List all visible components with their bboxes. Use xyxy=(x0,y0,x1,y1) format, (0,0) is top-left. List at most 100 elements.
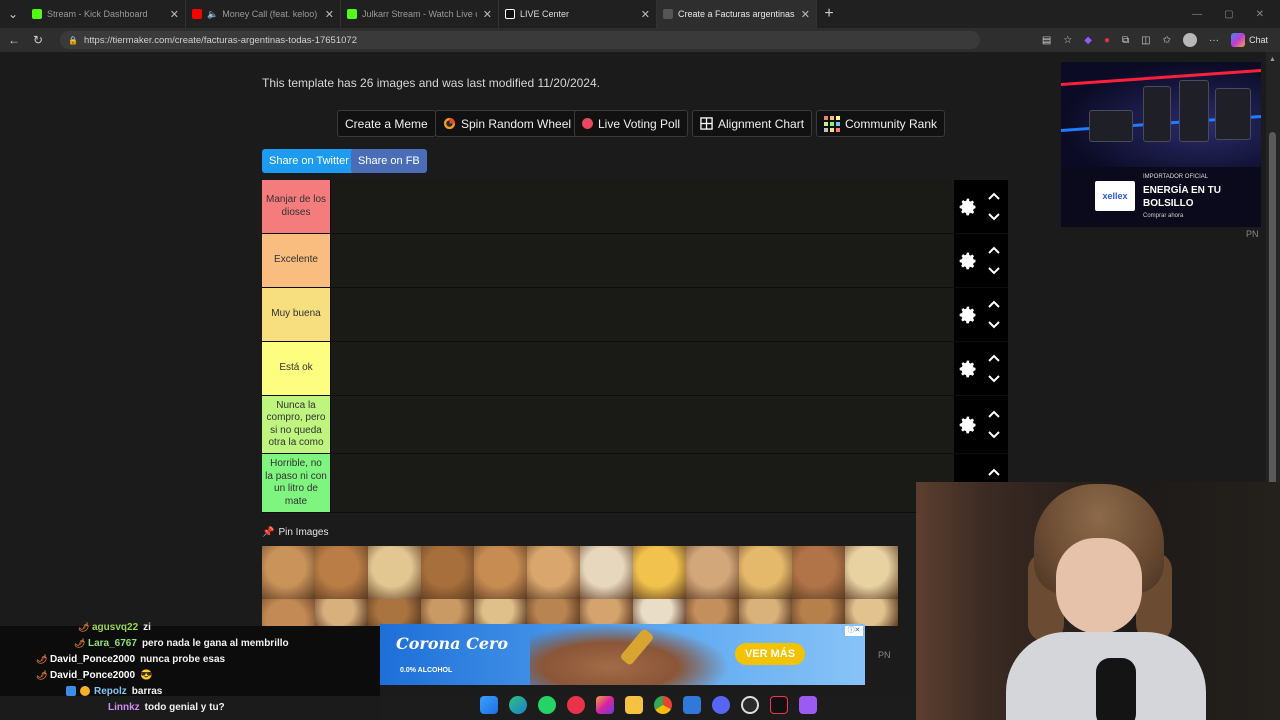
gear-icon[interactable] xyxy=(958,251,978,271)
favorites-icon[interactable]: ✩ xyxy=(1163,35,1171,46)
site-info-icon[interactable]: 🔒 xyxy=(68,36,78,45)
reader-icon[interactable]: ▤ xyxy=(1042,35,1051,46)
tier-image-thumbnail[interactable] xyxy=(792,599,845,626)
chevron-down-icon[interactable] xyxy=(987,266,1001,276)
extension-icon[interactable]: ● xyxy=(1104,35,1110,46)
alignment-chart-button[interactable]: Alignment Chart xyxy=(692,110,813,137)
community-rank-button[interactable]: Community Rank xyxy=(816,110,946,137)
profile-avatar[interactable] xyxy=(1182,33,1197,47)
pin-images-toggle[interactable]: 📌 Pin Images xyxy=(262,527,328,538)
gear-icon[interactable] xyxy=(958,305,978,325)
tier-image-thumbnail[interactable] xyxy=(686,546,739,599)
tab-kick-dashboard[interactable]: Stream - Kick Dashboard ✕ xyxy=(26,0,186,28)
tier-image-thumbnail[interactable] xyxy=(421,599,474,626)
split-icon[interactable]: ◫ xyxy=(1141,35,1150,46)
tab-actions-menu-icon[interactable]: ⌄ xyxy=(0,0,26,28)
tab-live-center[interactable]: LIVE Center ✕ xyxy=(499,0,657,28)
scroll-up-icon[interactable]: ▲ xyxy=(1269,56,1276,63)
maximize-icon[interactable]: ▢ xyxy=(1224,9,1233,20)
tier-image-thumbnail[interactable] xyxy=(474,546,527,599)
speaker-icon[interactable]: 🔈 xyxy=(207,9,218,20)
tier-image-thumbnail[interactable] xyxy=(262,546,315,599)
chevron-up-icon[interactable] xyxy=(987,409,1001,419)
tier-drop-zone[interactable] xyxy=(330,396,954,453)
close-icon[interactable]: ✕ xyxy=(170,8,179,21)
tier-image-thumbnail[interactable] xyxy=(421,546,474,599)
chevron-down-icon[interactable] xyxy=(987,430,1001,440)
tier-image-thumbnail[interactable] xyxy=(739,546,792,599)
minimize-icon[interactable]: — xyxy=(1192,9,1202,20)
close-icon[interactable]: ✕ xyxy=(483,8,492,21)
copilot-chat-button[interactable]: Chat xyxy=(1230,33,1268,47)
gear-icon[interactable] xyxy=(958,415,978,435)
gear-icon[interactable] xyxy=(958,197,978,217)
chevron-up-icon[interactable] xyxy=(987,245,1001,255)
tier-image-thumbnail[interactable] xyxy=(686,599,739,626)
close-icon[interactable]: ✕ xyxy=(325,8,334,21)
ad-cta[interactable]: Comprar ahora xyxy=(1143,213,1183,219)
tab-tiermaker[interactable]: Create a Facturas argentinas (TODAS) Tie… xyxy=(657,0,817,28)
tier-image-thumbnail[interactable] xyxy=(474,599,527,626)
live-voting-poll-button[interactable]: Live Voting Poll xyxy=(574,110,689,137)
tier-label[interactable]: Nunca la compro, pero si no queda otra l… xyxy=(262,396,330,453)
tier-image-thumbnail[interactable] xyxy=(580,546,633,599)
tier-image-thumbnail[interactable] xyxy=(845,599,898,626)
instagram-icon[interactable] xyxy=(595,696,614,714)
tier-image-thumbnail[interactable] xyxy=(792,546,845,599)
tier-label[interactable]: Está ok xyxy=(262,342,330,395)
favorite-icon[interactable]: ☆ xyxy=(1063,35,1072,46)
chevron-up-icon[interactable] xyxy=(987,353,1001,363)
more-icon[interactable]: ··· xyxy=(1209,35,1219,46)
share-twitter-button[interactable]: Share on Twitter xyxy=(262,149,356,173)
new-tab-icon[interactable]: + xyxy=(817,5,841,23)
tiktok-icon[interactable] xyxy=(769,696,788,714)
tier-image-thumbnail[interactable] xyxy=(315,546,368,599)
extension-icon[interactable]: ◆ xyxy=(1084,35,1092,46)
tier-drop-zone[interactable] xyxy=(330,180,954,233)
close-icon[interactable]: ✕ xyxy=(641,8,650,21)
tier-image-thumbnail[interactable] xyxy=(368,546,421,599)
chevron-up-icon[interactable] xyxy=(987,191,1001,201)
tier-drop-zone[interactable] xyxy=(330,234,954,287)
tier-image-thumbnail[interactable] xyxy=(845,546,898,599)
tier-image-thumbnail[interactable] xyxy=(580,599,633,626)
file-explorer-icon[interactable] xyxy=(624,696,643,714)
tier-drop-zone[interactable] xyxy=(330,454,954,512)
tier-label[interactable]: Manjar de los dioses xyxy=(262,180,330,233)
chevron-up-icon[interactable] xyxy=(987,467,1001,477)
close-icon[interactable]: ✕ xyxy=(801,8,810,21)
close-window-icon[interactable]: ✕ xyxy=(1256,9,1264,20)
tier-image-thumbnail[interactable] xyxy=(633,599,686,626)
whatsapp-icon[interactable] xyxy=(537,696,556,714)
tier-image-thumbnail[interactable] xyxy=(739,599,792,626)
media-player-icon[interactable] xyxy=(566,696,585,714)
spin-wheel-button[interactable]: Spin Random Wheel xyxy=(435,110,580,137)
bottom-advertisement[interactable]: Corona Cero 0.0% ALCOHOL VER MÁS ⓘ✕ xyxy=(380,624,865,685)
extensions-icon[interactable]: ⧉ xyxy=(1122,35,1129,46)
tab-youtube[interactable]: 🔈 Money Call (feat. keloo) - YouTube ✕ xyxy=(186,0,341,28)
tier-image-thumbnail[interactable] xyxy=(527,599,580,626)
start-icon[interactable] xyxy=(479,696,498,714)
obs-icon[interactable] xyxy=(740,696,759,714)
discord-icon[interactable] xyxy=(711,696,730,714)
share-facebook-button[interactable]: Share on FB xyxy=(351,149,427,173)
side-advertisement[interactable]: xellex IMPORTADOR OFICIAL ENERGÍA EN TU … xyxy=(1061,62,1261,227)
gear-icon[interactable] xyxy=(958,359,978,379)
edge-icon[interactable] xyxy=(508,696,527,714)
ad-cta-button[interactable]: VER MÁS xyxy=(735,643,805,665)
tier-label[interactable]: Muy buena xyxy=(262,288,330,341)
tier-drop-zone[interactable] xyxy=(330,288,954,341)
refresh-icon[interactable]: ↻ xyxy=(26,33,50,47)
chevron-down-icon[interactable] xyxy=(987,374,1001,384)
tier-drop-zone[interactable] xyxy=(330,342,954,395)
tier-image-thumbnail[interactable] xyxy=(633,546,686,599)
tier-image-thumbnail[interactable] xyxy=(527,546,580,599)
back-icon[interactable]: ← xyxy=(2,33,26,47)
tab-kick-stream[interactable]: Julkarr Stream - Watch Live on Kick ✕ xyxy=(341,0,499,28)
chrome-icon[interactable] xyxy=(653,696,672,714)
chevron-down-icon[interactable] xyxy=(987,212,1001,222)
tier-label[interactable]: Excelente xyxy=(262,234,330,287)
create-meme-button[interactable]: Create a Meme xyxy=(337,110,436,137)
chevron-down-icon[interactable] xyxy=(987,320,1001,330)
app-icon[interactable] xyxy=(798,696,817,714)
